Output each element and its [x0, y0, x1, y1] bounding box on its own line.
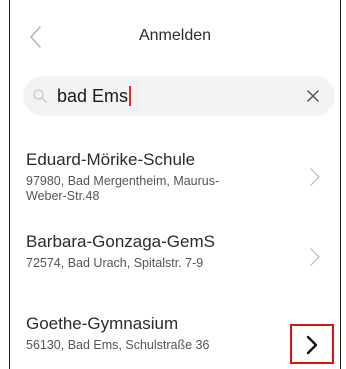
- school-list: Eduard-Mörike-Schule 97980, Bad Mergenth…: [10, 132, 340, 369]
- chevron-right-icon[interactable]: [308, 246, 322, 268]
- search-icon: [33, 89, 47, 103]
- list-item[interactable]: Goethe-Gymnasium 56130, Bad Ems, Schulst…: [10, 296, 340, 369]
- list-item[interactable]: Barbara-Gonzaga-GemS 72574, Bad Urach, S…: [10, 214, 340, 296]
- school-name: Barbara-Gonzaga-GemS: [26, 232, 215, 251]
- page-title: Anmelden: [138, 27, 212, 44]
- chevron-right-icon[interactable]: [308, 166, 322, 188]
- school-address: 97980, Bad Mergentheim, Maurus-Weber-Str…: [26, 174, 220, 203]
- school-name: Goethe-Gymnasium: [26, 314, 179, 333]
- list-item[interactable]: Eduard-Mörike-Schule 97980, Bad Mergenth…: [10, 132, 340, 214]
- header: Anmelden: [10, 0, 340, 76]
- school-name: Eduard-Mörike-Schule: [26, 150, 196, 169]
- school-address: 72574, Bad Urach, Spitalstr. 7-9: [26, 256, 204, 270]
- school-address: 56130, Bad Ems, Schulstraße 36: [26, 338, 210, 352]
- search-bar[interactable]: bad Ems: [23, 76, 335, 116]
- search-value: bad Ems: [57, 86, 129, 106]
- search-input[interactable]: bad Ems: [57, 86, 132, 106]
- close-icon[interactable]: [305, 88, 321, 104]
- text-caret: [129, 86, 132, 106]
- app-screen: Anmelden bad Ems Eduard-Mörike-Schule 97…: [9, 0, 341, 369]
- highlighted-chevron-button[interactable]: [290, 324, 334, 364]
- chevron-right-icon: [306, 335, 318, 355]
